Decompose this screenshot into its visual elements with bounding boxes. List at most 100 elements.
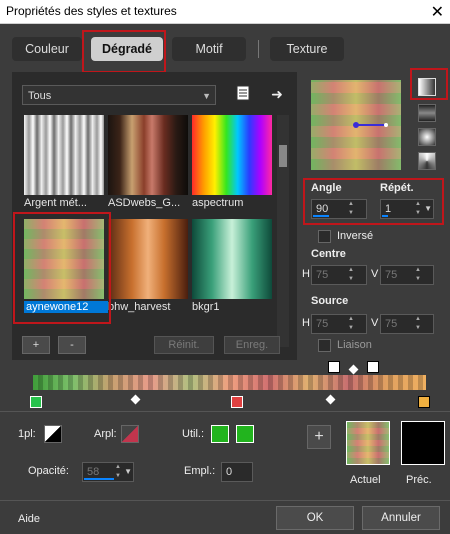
repeat-label: Répét.	[380, 182, 414, 194]
arrow-right-icon[interactable]: ➜	[268, 85, 286, 103]
title-bar: Propriétés des styles et textures ✕	[0, 0, 450, 24]
center-h-stepper[interactable]: 75 ▲ ▼	[311, 265, 367, 285]
center-v-stepper[interactable]: 75 ▲ ▼	[380, 265, 434, 285]
opacity-slider[interactable]	[84, 478, 114, 480]
tab-degrade[interactable]: Dégradé	[91, 37, 163, 61]
previous-preview[interactable]	[401, 421, 445, 465]
gradient-label: aynewone12	[24, 301, 108, 313]
gradient-label: bkgr1	[192, 301, 220, 313]
gradient-preview[interactable]	[311, 80, 401, 170]
empl-label: Empl.:	[184, 465, 216, 477]
footer-divider	[0, 500, 450, 501]
category-dropdown[interactable]: Tous ▼	[22, 85, 216, 105]
remove-gradient-button[interactable]: -	[58, 336, 86, 354]
source-h-value: 75	[316, 318, 329, 330]
stepper-arrows-icon[interactable]: ▲ ▼	[413, 200, 423, 218]
angle-label: Angle	[311, 182, 342, 194]
opacity-stepper[interactable]: 58 ▲ ▼ ▼	[82, 462, 134, 482]
color-stop-marker[interactable]	[418, 396, 430, 408]
stepper-arrows-icon[interactable]: ▲ ▼	[346, 266, 356, 284]
gradient-label: ASDwebs_G...	[108, 197, 181, 209]
stepper-arrows-icon[interactable]: ▲ ▼	[346, 200, 356, 218]
scrollbar-thumb[interactable]	[279, 145, 287, 167]
invert-label: Inversé	[337, 230, 374, 242]
gradient-thumb[interactable]: ASDwebs_G...	[108, 115, 188, 209]
repeat-slider[interactable]	[382, 215, 388, 217]
linear-style-button[interactable]	[418, 78, 436, 96]
ok-button[interactable]: OK	[276, 506, 354, 530]
repeat-value: 1	[385, 203, 392, 215]
section-divider	[0, 411, 450, 412]
color-stop-marker[interactable]	[30, 396, 42, 408]
gradient-swatch	[108, 115, 188, 195]
stepper-arrows-icon[interactable]: ▲ ▼	[346, 315, 356, 333]
opacity-stop-marker[interactable]	[328, 361, 340, 373]
gradient-thumb[interactable]: aspectrum	[192, 115, 272, 209]
gradient-editor-bar[interactable]	[33, 375, 426, 390]
chevron-down-icon: ▼	[202, 91, 211, 101]
gradient-thumb[interactable]: Argent mét...	[24, 115, 104, 209]
arpl-swatch[interactable]	[121, 425, 139, 443]
empl-input[interactable]: 0	[221, 462, 253, 482]
angle-slider[interactable]	[313, 215, 329, 217]
window-title: Propriétés des styles et textures	[6, 4, 177, 18]
opacity-midpoint-marker[interactable]	[348, 364, 359, 375]
gradient-thumb[interactable]: bhw_harvest	[108, 219, 188, 313]
stepper-arrows-icon[interactable]: ▲ ▼	[413, 315, 423, 333]
gradient-thumb[interactable]: bkgr1	[192, 219, 272, 313]
source-v-stepper[interactable]: 75 ▲ ▼	[380, 314, 434, 334]
gradient-swatch	[192, 115, 272, 195]
util-color-swatch-alt[interactable]	[236, 425, 254, 443]
gradient-swatch	[24, 219, 104, 299]
gradient-direction-handle[interactable]	[311, 80, 401, 170]
center-h-label: H	[302, 268, 310, 280]
color-midpoint-marker[interactable]	[130, 394, 141, 405]
reset-button[interactable]: Réinit.	[154, 336, 214, 354]
add-to-swatches-button[interactable]: +	[307, 425, 331, 449]
opacity-value: 58	[87, 466, 100, 478]
library-scrollbar[interactable]	[277, 115, 289, 347]
rectangular-style-button[interactable]	[418, 104, 436, 122]
document-icon[interactable]	[234, 85, 252, 103]
pl1-swatch[interactable]	[44, 425, 62, 443]
opacity-stop-marker[interactable]	[367, 361, 379, 373]
tab-texture[interactable]: Texture	[270, 37, 344, 61]
gradient-label: Argent mét...	[24, 197, 87, 209]
close-icon[interactable]: ✕	[431, 2, 444, 22]
source-h-stepper[interactable]: 75 ▲ ▼	[311, 314, 367, 334]
color-midpoint-marker[interactable]	[325, 394, 336, 405]
gradient-label: aspectrum	[192, 197, 244, 209]
angle-stepper[interactable]: 90 ▲ ▼	[311, 199, 367, 219]
center-v-value: 75	[385, 269, 398, 281]
help-label[interactable]: Aide	[18, 513, 40, 525]
tab-bar: Couleur Dégradé Motif Texture	[0, 24, 450, 72]
category-value: Tous	[28, 90, 52, 102]
stepper-arrows-icon[interactable]: ▲ ▼	[413, 266, 423, 284]
sunburst-style-button[interactable]	[418, 152, 436, 170]
save-button[interactable]: Enreg.	[224, 336, 280, 354]
invert-checkbox[interactable]	[318, 230, 331, 243]
source-v-label: V	[371, 317, 379, 329]
repeat-stepper[interactable]: 1 ▲ ▼ ▼	[380, 199, 434, 219]
gradient-swatch	[24, 115, 104, 195]
add-gradient-button[interactable]: +	[22, 336, 50, 354]
center-label: Centre	[311, 248, 346, 260]
actual-preview	[346, 421, 390, 465]
tab-motif[interactable]: Motif	[172, 37, 246, 61]
util-color-swatch[interactable]	[211, 425, 229, 443]
color-stop-marker[interactable]	[231, 396, 243, 408]
link-checkbox[interactable]	[318, 339, 331, 352]
arpl-label: Arpl:	[94, 428, 117, 440]
radial-style-button[interactable]	[418, 128, 436, 146]
center-h-value: 75	[316, 269, 329, 281]
chevron-down-icon[interactable]: ▼	[124, 463, 132, 481]
tab-divider	[258, 40, 259, 58]
tab-couleur[interactable]: Couleur	[12, 37, 82, 61]
gradient-thumb[interactable]: aynewone12	[24, 219, 108, 313]
stepper-arrows-icon[interactable]: ▲ ▼	[113, 463, 123, 481]
gradient-swatch	[192, 219, 272, 299]
cancel-button[interactable]: Annuler	[362, 506, 440, 530]
empl-value: 0	[226, 466, 233, 478]
source-label: Source	[311, 295, 349, 307]
chevron-down-icon[interactable]: ▼	[424, 200, 432, 218]
